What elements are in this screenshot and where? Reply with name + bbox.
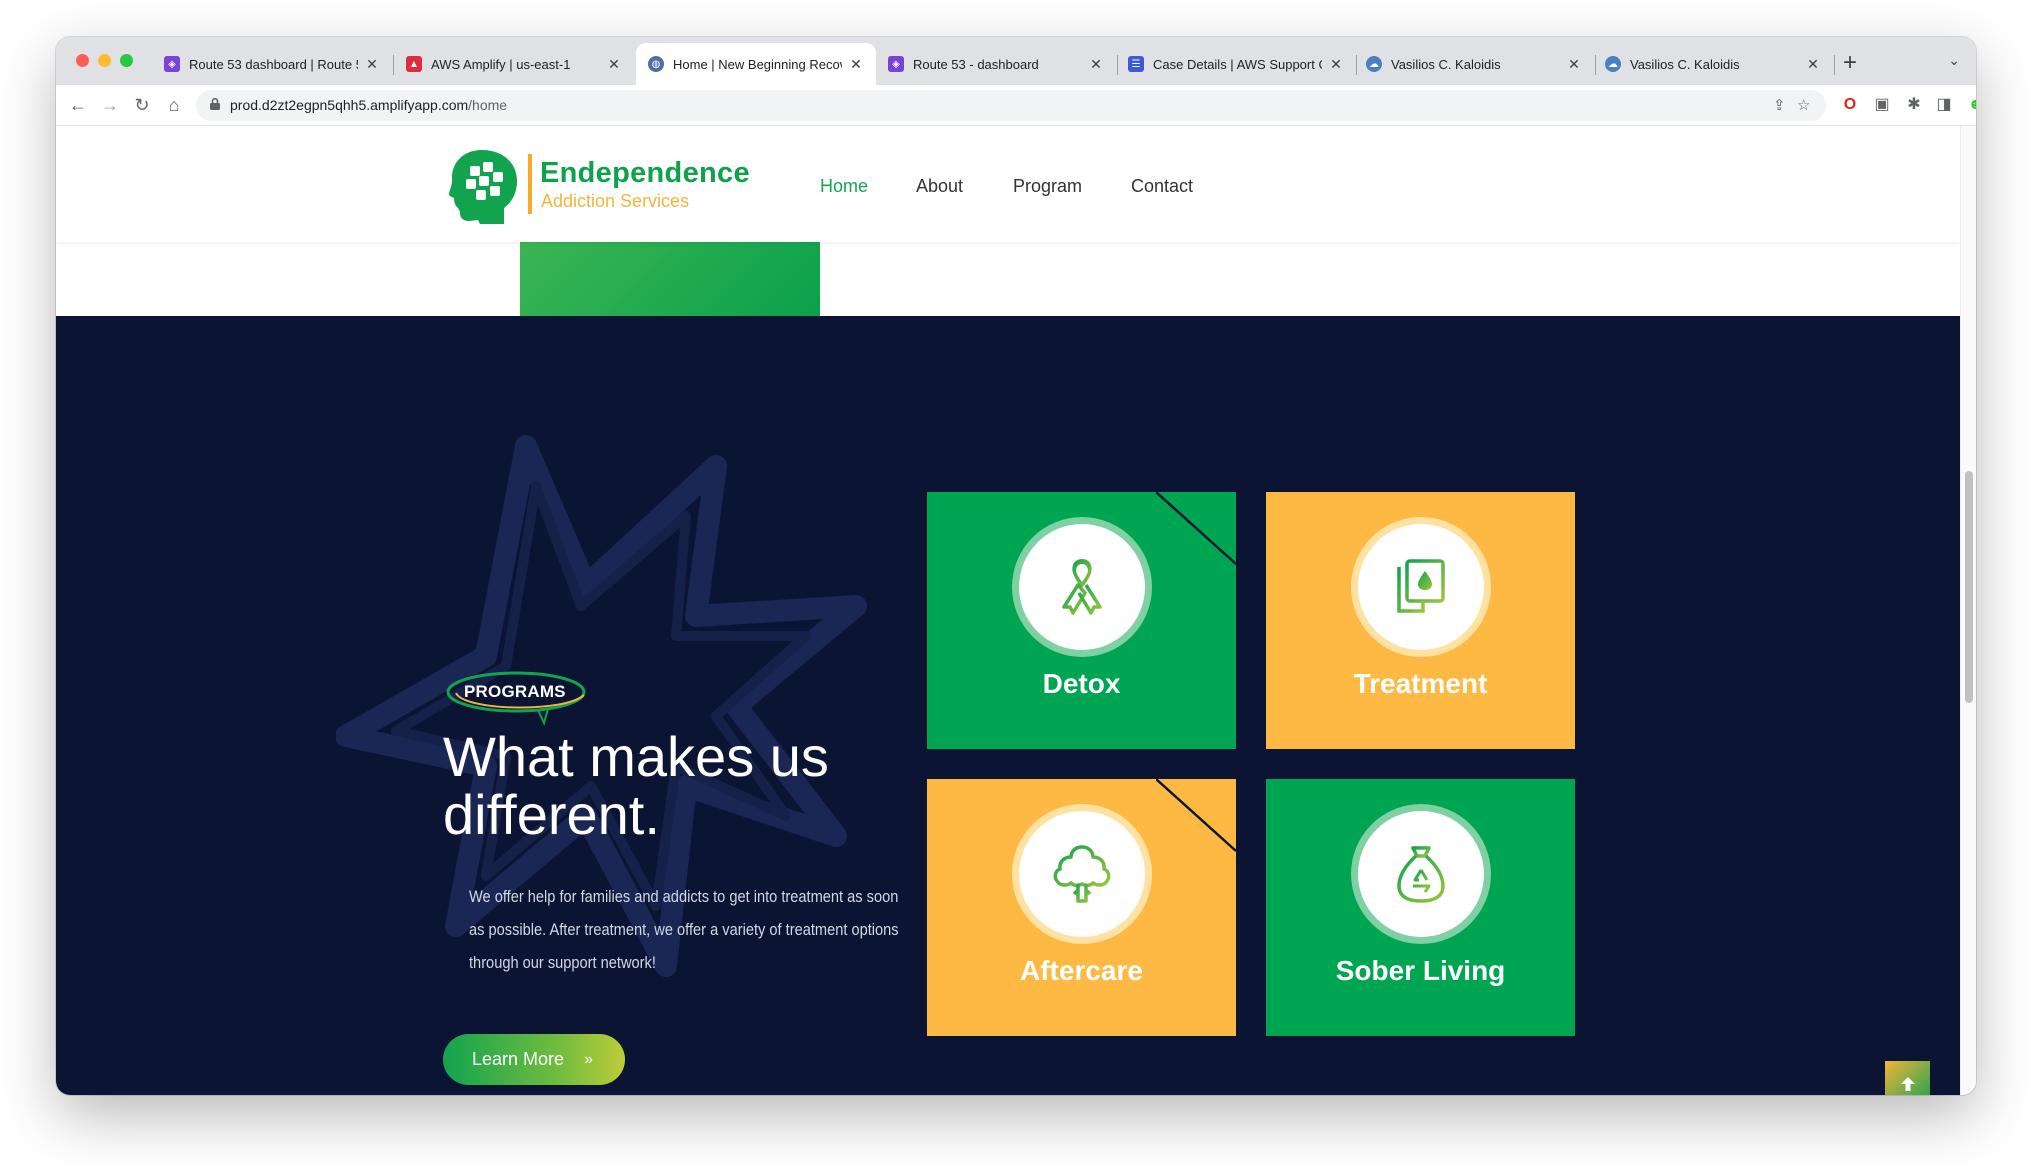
tab-search-chevron-icon[interactable]: ⌄ xyxy=(1948,52,1960,69)
icon-circle xyxy=(1358,524,1484,650)
page-scrollbar[interactable] xyxy=(1960,126,1976,1095)
program-card-sober-living[interactable]: Sober Living xyxy=(1266,779,1575,1036)
card-label: Treatment xyxy=(1353,668,1488,699)
extension-badge-icon[interactable]: ▣ xyxy=(1871,94,1893,116)
profile-icon: ☁ xyxy=(1366,56,1382,72)
amplify-icon: ▲ xyxy=(406,56,422,72)
maximize-window-button[interactable] xyxy=(120,54,133,67)
profile-icon: ☁ xyxy=(1605,56,1621,72)
program-card-detox[interactable]: Detox xyxy=(927,492,1236,749)
corner-diagonal-line xyxy=(1156,779,1236,852)
section-description: We offer help for families and addicts t… xyxy=(469,887,899,972)
close-tab-icon[interactable]: ✕ xyxy=(1805,56,1821,73)
tab-route53-dashboard[interactable]: ◈ Route 53 dashboard | Route 53 ✕ xyxy=(152,43,392,85)
route53-icon: ◈ xyxy=(888,56,904,72)
icon-circle xyxy=(1358,811,1484,937)
corner-diagonal-line xyxy=(1156,492,1236,565)
tab-strip: ◈ Route 53 dashboard | Route 53 ✕ ▲ AWS … xyxy=(56,37,1976,85)
icon-circle xyxy=(1019,811,1145,937)
route53-icon: ◈ xyxy=(164,56,180,72)
logo-subtitle: Addiction Services xyxy=(541,191,690,211)
share-icon[interactable]: ⇪ xyxy=(1773,96,1786,114)
tab-home-new-beginning[interactable]: ◍ Home | New Beginning Recovery ✕ xyxy=(636,43,876,85)
card-label: Detox xyxy=(1042,668,1121,699)
close-tab-icon[interactable]: ✕ xyxy=(1088,56,1104,73)
card-label: Sober Living xyxy=(1335,955,1506,986)
close-tab-icon[interactable]: ✕ xyxy=(848,56,864,73)
nav-contact[interactable]: Contact xyxy=(1131,176,1193,197)
site-header: Endependence Addiction Services Home Abo… xyxy=(56,126,1960,316)
support-icon: ☰ xyxy=(1128,56,1144,72)
close-tab-icon[interactable]: ✕ xyxy=(1566,56,1582,73)
minimize-window-button[interactable] xyxy=(98,54,111,67)
arrow-up-icon xyxy=(1900,1076,1915,1091)
browser-window: ◈ Route 53 dashboard | Route 53 ✕ ▲ AWS … xyxy=(56,37,1976,1095)
back-arrow-icon[interactable]: ← xyxy=(66,93,90,117)
tab-case-details[interactable]: ☰ Case Details | AWS Support Center ✕ xyxy=(1116,43,1356,85)
close-tab-icon[interactable]: ✕ xyxy=(606,56,622,73)
nav-about[interactable]: About xyxy=(916,176,963,197)
tab-vasilios-2[interactable]: ☁ Vasilios C. Kaloidis ✕ xyxy=(1593,43,1833,85)
head-puzzle-logo-icon[interactable] xyxy=(448,148,518,224)
url-text: prod.d2zt2egpn5qhh5.amplifyapp.com/home xyxy=(230,97,508,113)
card-label: Aftercare xyxy=(1020,955,1143,986)
reload-icon[interactable]: ↻ xyxy=(130,93,154,117)
double-chevron-right-icon: » xyxy=(584,1050,593,1068)
program-card-aftercare[interactable]: Aftercare xyxy=(927,779,1236,1036)
close-tab-icon[interactable]: ✕ xyxy=(364,56,380,73)
section-heading: What makes us different. xyxy=(443,725,829,846)
lock-icon xyxy=(210,98,220,110)
tab-route53[interactable]: ◈ Route 53 - dashboard ✕ xyxy=(876,43,1116,85)
globe-icon: ◍ xyxy=(648,56,664,72)
forward-arrow-icon[interactable]: → xyxy=(98,93,122,117)
tab-aws-amplify[interactable]: ▲ AWS Amplify | us-east-1 ✕ xyxy=(394,43,634,85)
tab-vasilios-1[interactable]: ☁ Vasilios C. Kaloidis ✕ xyxy=(1354,43,1594,85)
nav-home[interactable]: Home xyxy=(820,176,868,197)
close-window-button[interactable] xyxy=(76,54,89,67)
address-bar[interactable]: prod.d2zt2egpn5qhh5.amplifyapp.com/home … xyxy=(196,90,1826,121)
recycle-bag-icon xyxy=(1397,846,1445,903)
browser-toolbar: ← → ↻ ⌂ prod.d2zt2egpn5qhh5.amplifyapp.c… xyxy=(56,85,1976,126)
logo-divider xyxy=(528,154,532,214)
back-to-top-button[interactable] xyxy=(1885,1061,1930,1095)
profile-avatar-icon[interactable]: ☻ xyxy=(1965,94,1976,116)
opera-extension-icon[interactable]: O xyxy=(1839,94,1861,116)
programs-badge: PROGRAMS xyxy=(464,682,566,701)
icon-circle xyxy=(1019,524,1145,650)
close-tab-icon[interactable]: ✕ xyxy=(1328,56,1344,73)
programs-section: PROGRAMS What makes us different. We off… xyxy=(56,316,1960,1095)
window-controls xyxy=(76,54,133,67)
scrollbar-thumb[interactable] xyxy=(1965,471,1973,703)
new-tab-plus-icon[interactable]: + xyxy=(1843,49,1857,77)
web-page: Endependence Addiction Services Home Abo… xyxy=(56,126,1960,1095)
puzzle-extensions-icon[interactable]: ✱ xyxy=(1903,94,1925,116)
learn-more-button[interactable]: Learn More » xyxy=(443,1034,625,1085)
ribbon-icon xyxy=(1062,559,1102,615)
program-card-treatment[interactable]: Treatment xyxy=(1266,492,1575,749)
logo-name[interactable]: Endependence xyxy=(540,157,750,190)
header-bar: Endependence Addiction Services Home Abo… xyxy=(56,126,1960,242)
nav-program[interactable]: Program xyxy=(1013,176,1082,197)
side-panel-icon[interactable]: ◨ xyxy=(1933,94,1955,116)
home-icon[interactable]: ⌂ xyxy=(162,93,186,117)
iv-bag-icon xyxy=(1397,559,1445,613)
tree-icon xyxy=(1053,845,1111,903)
hero-green-block xyxy=(520,242,820,316)
bookmark-star-icon[interactable]: ☆ xyxy=(1797,96,1810,114)
